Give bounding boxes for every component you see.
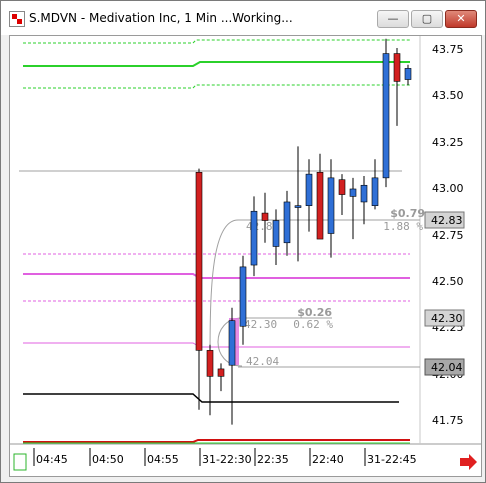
price-marker-42-04: 42.04 <box>424 358 465 376</box>
candle-body-down[interactable] <box>316 171 324 240</box>
price-tick: 42.50 <box>432 275 464 288</box>
app-icon <box>9 11 25 27</box>
candle-body-up[interactable] <box>228 320 236 366</box>
title-bar[interactable]: S.MDVN - Medivation Inc, 1 Min ...Workin… <box>1 1 485 35</box>
candle-body-up[interactable] <box>239 266 247 327</box>
time-label: 04:50 <box>92 453 124 466</box>
candle-body-up[interactable] <box>283 201 291 244</box>
close-button[interactable]: ✕ <box>445 10 477 28</box>
candle-body-down[interactable] <box>217 368 225 377</box>
candle-body-up[interactable] <box>294 205 302 208</box>
time-label: 31-22:45 <box>367 453 417 466</box>
scroll-home-box[interactable] <box>13 453 27 471</box>
candle-body-down[interactable] <box>338 179 346 195</box>
price-marker-label: 42.04 <box>431 361 463 374</box>
black-level-line <box>23 393 399 403</box>
time-label: 31-22:30 <box>202 453 252 466</box>
chart-area[interactable]: $0.79 1.88 % 42.83 $0.26 0.62 % 42.30 42… <box>9 35 482 477</box>
price-tick: 41.75 <box>432 414 464 427</box>
price-tick: 43.25 <box>432 136 464 149</box>
upper-band-green-line <box>23 39 410 44</box>
candle-body-up[interactable] <box>349 188 357 197</box>
bottom-band-magenta-line <box>23 342 410 348</box>
time-axis: 04:45 04:50 04:55 31-22:30 22:35 22:40 3… <box>33 448 417 466</box>
price-marker-42-30: 42.30 <box>424 309 465 327</box>
price-marker-label: 42.83 <box>431 214 463 227</box>
scroll-right-arrow-icon[interactable] <box>460 454 477 470</box>
candle-body-down[interactable] <box>393 53 401 82</box>
candle-body-up[interactable] <box>404 68 412 80</box>
lower-band-green-line <box>23 84 410 89</box>
candle-body-up[interactable] <box>272 220 280 247</box>
measure-2-price: 42.30 <box>244 318 277 331</box>
middle-band-magenta-line <box>23 273 410 279</box>
candle-body-down[interactable] <box>261 212 269 221</box>
time-label: 04:55 <box>147 453 179 466</box>
red-level-line <box>23 439 410 443</box>
chart-window: S.MDVN - Medivation Inc, 1 Min ...Workin… <box>0 0 486 483</box>
price-marker-42-83: 42.83 <box>424 211 465 229</box>
measure-1-change: $0.79 <box>390 207 425 220</box>
time-label: 22:40 <box>312 453 344 466</box>
candle-body-up[interactable] <box>250 210 258 266</box>
candle-body-up[interactable] <box>382 53 390 179</box>
window-title: S.MDVN - Medivation Inc, 1 Min ...Workin… <box>29 11 293 25</box>
candle-body-up[interactable] <box>360 184 368 203</box>
candle-body-up[interactable] <box>371 177 379 206</box>
candle-body-up[interactable] <box>327 177 335 234</box>
candle-body-up[interactable] <box>305 173 313 206</box>
price-tick: 43.75 <box>432 43 464 56</box>
candle-body-down[interactable] <box>206 350 214 377</box>
measure-1-percent: 1.88 % <box>383 220 423 233</box>
price-tick: 42.75 <box>432 229 464 242</box>
time-label: 04:45 <box>36 453 68 466</box>
maximize-button[interactable]: ▢ <box>411 10 443 28</box>
measure-3-price: 42.04 <box>246 355 279 368</box>
price-tick: 43.00 <box>432 182 464 195</box>
middle-band-green-line <box>23 61 410 67</box>
candle-body-down[interactable] <box>195 171 203 351</box>
minimize-button[interactable]: — <box>377 10 409 28</box>
measure-2-percent: 0.62 % <box>293 318 333 331</box>
time-label: 22:35 <box>257 453 289 466</box>
price-marker-label: 42.30 <box>431 312 463 325</box>
price-tick: 43.50 <box>432 89 464 102</box>
price-chart[interactable]: $0.79 1.88 % 42.83 $0.26 0.62 % 42.30 42… <box>10 36 481 476</box>
